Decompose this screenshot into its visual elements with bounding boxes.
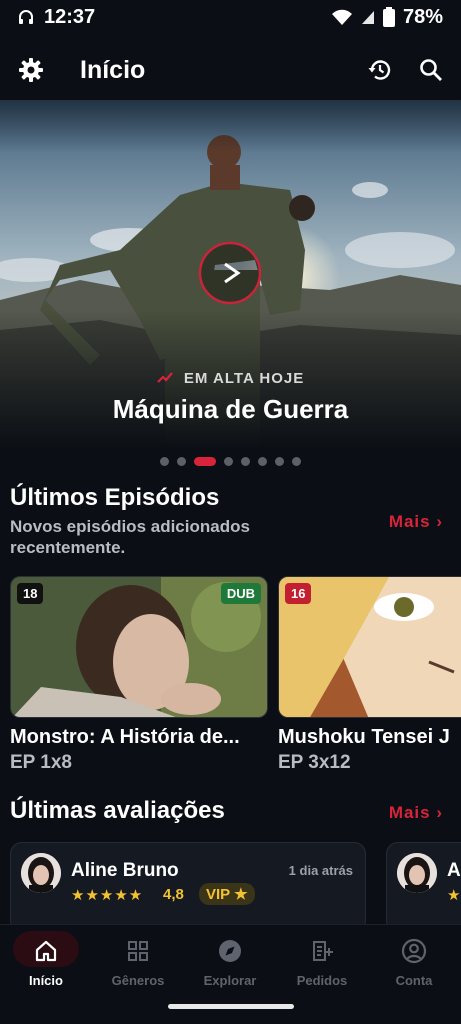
carousel-dot[interactable]	[275, 457, 284, 466]
latest-episodes-title: Últimos Episódios	[10, 484, 220, 511]
nav-item-home[interactable]: Início	[0, 937, 92, 988]
history-icon[interactable]	[367, 57, 393, 83]
carousel-dot[interactable]	[224, 457, 233, 466]
carousel-dot[interactable]	[241, 457, 250, 466]
nav-label: Conta	[395, 973, 433, 988]
review-score: 4,8	[163, 886, 184, 903]
review-time: 1 dia atrás	[288, 863, 353, 878]
status-time: 12:37	[44, 5, 96, 28]
nav-label: Explorar	[203, 973, 257, 988]
reviewer-name: Aline Bruno	[71, 860, 179, 881]
request-icon	[310, 939, 334, 963]
compass-icon	[217, 938, 243, 964]
nav-item-explore[interactable]: Explorar	[184, 937, 276, 988]
latest-episodes-more-link[interactable]: Mais ›	[389, 512, 443, 532]
dub-badge: DUB	[220, 583, 261, 604]
star-rating: ★	[447, 887, 461, 904]
battery-icon	[382, 7, 395, 27]
nav-item-requests[interactable]: Pedidos	[276, 937, 368, 988]
episode-title[interactable]: Monstro: A História de...	[10, 726, 268, 749]
status-bar: 12:37 78%	[0, 0, 461, 34]
wifi-icon	[331, 8, 353, 26]
latest-reviews-more-link[interactable]: Mais ›	[389, 803, 443, 823]
app-bar: Início	[0, 40, 461, 100]
nav-item-genres[interactable]: Gêneros	[92, 937, 184, 988]
home-icon	[34, 939, 58, 963]
page-title: Início	[80, 55, 146, 84]
episode-title[interactable]: Mushoku Tensei J	[278, 726, 461, 749]
trending-tag: EM ALTA HOJE	[0, 370, 461, 387]
carousel-dot[interactable]	[177, 457, 186, 466]
episode-number: EP 3x12	[278, 752, 351, 773]
trending-label: EM ALTA HOJE	[183, 370, 305, 387]
review-card[interactable]: A ★	[386, 842, 461, 932]
latest-episodes-subtitle: Novos episódios adicionados recentemente…	[10, 517, 250, 557]
review-card[interactable]: Aline Bruno 1 dia atrás ★★★★★ 4,8 VIP ★	[10, 842, 366, 932]
episode-card[interactable]: 18 DUB	[10, 576, 268, 718]
signal-icon	[361, 9, 375, 25]
headphones-icon	[18, 9, 34, 25]
trending-icon	[156, 370, 178, 387]
carousel-dot[interactable]	[160, 457, 169, 466]
gear-icon[interactable]	[18, 57, 44, 83]
avatar	[397, 853, 437, 893]
bottom-navigation: Início Gêneros Explorar Pedidos Conta	[0, 924, 461, 1024]
nav-item-account[interactable]: Conta	[368, 937, 460, 988]
episode-number: EP 1x8	[10, 752, 72, 773]
nav-label: Pedidos	[296, 973, 348, 988]
home-indicator[interactable]	[168, 1004, 294, 1009]
reviewer-name: A	[447, 860, 461, 881]
age-rating-badge: 16	[285, 583, 312, 604]
nav-label: Gêneros	[111, 973, 165, 988]
search-icon[interactable]	[419, 58, 443, 82]
star-rating: ★★★★★	[71, 887, 144, 904]
latest-reviews-title: Últimas avaliações	[10, 797, 225, 824]
carousel-dot[interactable]	[258, 457, 267, 466]
vip-badge: VIP ★	[199, 883, 255, 905]
episode-card[interactable]: 16	[278, 576, 461, 718]
nav-label: Início	[29, 973, 63, 988]
hero-title[interactable]: Máquina de Guerra	[0, 394, 461, 425]
carousel-dot-active[interactable]	[194, 457, 216, 466]
grid-icon	[126, 939, 150, 963]
account-icon	[401, 938, 427, 964]
age-rating-badge: 18	[17, 583, 44, 604]
battery-percentage: 78%	[402, 5, 443, 28]
carousel-dot[interactable]	[292, 457, 301, 466]
avatar	[21, 853, 61, 893]
play-button[interactable]	[198, 241, 262, 305]
carousel-indicator	[0, 457, 461, 466]
